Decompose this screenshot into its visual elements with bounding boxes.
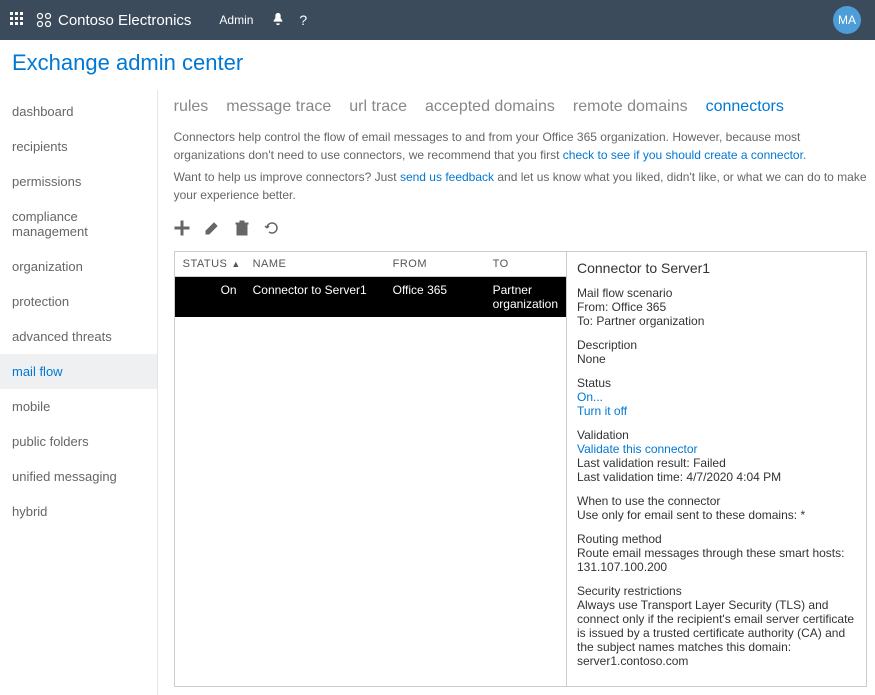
sidebar-item-public-folders[interactable]: public folders [0, 424, 157, 459]
tab-accepted-domains[interactable]: accepted domains [425, 98, 555, 116]
col-status[interactable]: STATUS▲ [175, 252, 245, 276]
tab-url-trace[interactable]: url trace [349, 98, 407, 116]
when-label: When to use the connector [577, 494, 856, 508]
sidebar-item-advanced-threats[interactable]: advanced threats [0, 319, 157, 354]
desc-label: Description [577, 338, 856, 352]
notifications-icon[interactable] [271, 12, 285, 29]
sidebar: dashboard recipients permissions complia… [0, 90, 158, 695]
sidebar-item-hybrid[interactable]: hybrid [0, 494, 157, 529]
page-title: Exchange admin center [0, 40, 875, 90]
sidebar-item-permissions[interactable]: permissions [0, 164, 157, 199]
col-to[interactable]: TO [485, 252, 566, 276]
scenario-to: To: Partner organization [577, 314, 856, 328]
scenario-from: From: Office 365 [577, 300, 856, 314]
top-bar: Contoso Electronics Admin ? MA [0, 0, 875, 40]
desc-link-check[interactable]: check to see if you should create a conn… [563, 148, 803, 162]
status-label: Status [577, 376, 856, 390]
status-turn-off[interactable]: Turn it off [577, 404, 627, 418]
status-value[interactable]: On... [577, 390, 603, 404]
scenario-label: Mail flow scenario [577, 286, 856, 300]
routing-value1: Route email messages through these smart… [577, 546, 856, 560]
connectors-table: STATUS▲ NAME FROM TO On Connector to Ser… [174, 251, 867, 687]
col-from[interactable]: FROM [385, 252, 485, 276]
desc-link-feedback[interactable]: send us feedback [400, 170, 494, 184]
routing-value2: 131.107.100.200 [577, 560, 856, 574]
details-pane: Connector to Server1 Mail flow scenario … [566, 252, 866, 686]
tab-message-trace[interactable]: message trace [226, 98, 331, 116]
sidebar-item-unified-messaging[interactable]: unified messaging [0, 459, 157, 494]
toolbar [174, 214, 867, 251]
desc-value: None [577, 352, 856, 366]
details-title: Connector to Server1 [577, 260, 856, 276]
tabs: rules message trace url trace accepted d… [174, 94, 867, 128]
tab-connectors[interactable]: connectors [706, 98, 784, 116]
validation-result: Last validation result: Failed [577, 456, 856, 470]
desc-line1-post: . [803, 148, 806, 162]
validation-label: Validation [577, 428, 856, 442]
sidebar-item-dashboard[interactable]: dashboard [0, 94, 157, 129]
col-name[interactable]: NAME [245, 252, 385, 276]
cell-status: On [175, 277, 245, 317]
help-icon[interactable]: ? [299, 12, 307, 28]
security-label: Security restrictions [577, 584, 856, 598]
tab-remote-domains[interactable]: remote domains [573, 98, 688, 116]
cell-name: Connector to Server1 [245, 277, 385, 317]
cell-to: Partner organization [485, 277, 566, 317]
sidebar-item-organization[interactable]: organization [0, 249, 157, 284]
brand-icon [36, 12, 52, 28]
add-button[interactable] [174, 220, 190, 241]
desc-line2-pre: Want to help us improve connectors? Just [174, 170, 400, 184]
sort-asc-icon: ▲ [231, 259, 240, 269]
brand-name: Contoso Electronics [58, 12, 191, 29]
admin-label[interactable]: Admin [219, 13, 253, 27]
sidebar-item-recipients[interactable]: recipients [0, 129, 157, 164]
routing-label: Routing method [577, 532, 856, 546]
tab-rules[interactable]: rules [174, 98, 209, 116]
when-value: Use only for email sent to these domains… [577, 508, 856, 522]
sidebar-item-compliance-management[interactable]: compliance management [0, 199, 157, 249]
sidebar-item-protection[interactable]: protection [0, 284, 157, 319]
refresh-button[interactable] [264, 220, 280, 241]
table-row[interactable]: On Connector to Server1 Office 365 Partn… [175, 277, 566, 317]
delete-button[interactable] [234, 220, 250, 241]
description: Connectors help control the flow of emai… [174, 128, 867, 204]
validate-link[interactable]: Validate this connector [577, 442, 698, 456]
security-value: Always use Transport Layer Security (TLS… [577, 598, 856, 668]
validation-time: Last validation time: 4/7/2020 4:04 PM [577, 470, 856, 484]
edit-button[interactable] [204, 220, 220, 241]
avatar[interactable]: MA [833, 6, 861, 34]
sidebar-item-mobile[interactable]: mobile [0, 389, 157, 424]
sidebar-item-mail-flow[interactable]: mail flow [0, 354, 157, 389]
brand[interactable]: Contoso Electronics [36, 12, 191, 29]
cell-from: Office 365 [385, 277, 485, 317]
app-launcher-icon[interactable] [10, 12, 26, 28]
content: rules message trace url trace accepted d… [158, 90, 875, 695]
table-header: STATUS▲ NAME FROM TO [175, 252, 566, 277]
